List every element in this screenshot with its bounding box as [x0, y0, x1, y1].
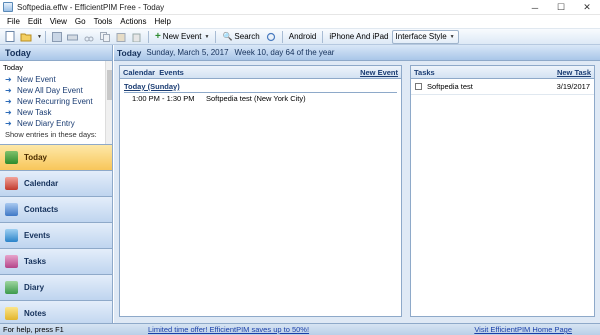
- arrow-icon: ➜: [5, 97, 12, 106]
- menu-actions[interactable]: Actions: [116, 17, 150, 26]
- tasks-panel-title: Tasks: [414, 67, 435, 77]
- new-task-link[interactable]: ➜ New Task: [0, 107, 112, 118]
- today-actions-list: Today ➜ New Event ➜ New All Day Event ➜ New…: [0, 61, 112, 144]
- tasks-icon: [5, 255, 18, 268]
- calendar-panel-header: Calendar Events New Event: [120, 66, 401, 79]
- status-bar: For help, press F1 Limited time offer! E…: [0, 323, 600, 335]
- new-event-link[interactable]: New Event: [360, 68, 398, 77]
- nav-today[interactable]: Today: [0, 144, 112, 170]
- cut-icon[interactable]: [83, 31, 95, 42]
- window-title: Softpedia.effw - EfficientPIM Free - Tod…: [17, 2, 165, 12]
- menu-view[interactable]: View: [46, 17, 71, 26]
- arrow-icon: ➜: [5, 119, 12, 128]
- maximize-icon[interactable]: ☐: [548, 0, 574, 15]
- nav-contacts[interactable]: Contacts: [0, 196, 112, 222]
- android-button[interactable]: Android: [286, 30, 320, 44]
- date-label: Sunday, March 5, 2017: [146, 48, 229, 57]
- open-folder-icon[interactable]: [20, 31, 32, 42]
- new-recurring-event-link[interactable]: ➜ New Recurring Event: [0, 96, 112, 107]
- calendar-events-panel: Calendar Events New Event Today (Sunday)…: [119, 65, 402, 317]
- app-icon: [3, 2, 13, 12]
- window-controls: ─ ☐ ✕: [522, 0, 600, 15]
- plus-icon: +: [154, 31, 161, 42]
- search-button[interactable]: 🔍 Search: [219, 30, 262, 44]
- nav-diary[interactable]: Diary: [0, 274, 112, 300]
- menu-go[interactable]: Go: [71, 17, 90, 26]
- new-event-button[interactable]: + New Event ▼: [152, 30, 212, 44]
- page-title: Today: [117, 47, 142, 58]
- task-row[interactable]: Softpedia test 3/19/2017: [411, 79, 594, 95]
- title-bar: Softpedia.effw - EfficientPIM Free - Tod…: [0, 0, 600, 15]
- arrow-icon: ➜: [5, 86, 12, 95]
- task-checkbox[interactable]: [415, 83, 422, 90]
- chevron-down-icon[interactable]: ▼: [37, 34, 42, 40]
- new-diary-entry-link[interactable]: ➜ New Diary Entry: [0, 118, 112, 129]
- week-label: Week 10, day 64 of the year: [234, 48, 335, 57]
- nav-calendar[interactable]: Calendar: [0, 170, 112, 196]
- event-title: Softpedia test (New York City): [206, 94, 306, 103]
- chevron-down-icon: ▼: [204, 33, 210, 40]
- nav-events[interactable]: Events: [0, 222, 112, 248]
- event-time: 1:00 PM - 1:30 PM: [132, 94, 195, 103]
- menu-file[interactable]: File: [3, 17, 24, 26]
- menu-bar: File Edit View Go Tools Actions Help: [0, 15, 600, 28]
- arrow-icon: ➜: [5, 108, 12, 117]
- task-date: 3/19/2017: [556, 82, 590, 91]
- menu-help[interactable]: Help: [150, 17, 174, 26]
- help-text: For help, press F1: [3, 325, 64, 334]
- minimize-icon[interactable]: ─: [522, 0, 548, 15]
- menu-tools[interactable]: Tools: [90, 17, 117, 26]
- calendar-panel-title: Calendar Events: [123, 67, 184, 77]
- nav-tasks[interactable]: Tasks: [0, 248, 112, 274]
- toolbar-separator: [147, 30, 149, 43]
- contacts-icon: [5, 203, 18, 216]
- search-icon: 🔍: [222, 32, 233, 41]
- event-row[interactable]: 1:00 PM - 1:30 PM Softpedia test (New Yo…: [120, 93, 401, 103]
- navigation-pane: Today Today ➜ New Event ➜ New All Day Even…: [0, 45, 113, 335]
- tasks-panel: Tasks New Task Softpedia test 3/19/2017: [410, 65, 595, 317]
- delete-icon[interactable]: [131, 31, 143, 42]
- iphone-button[interactable]: iPhone And iPad: [326, 30, 391, 44]
- close-icon[interactable]: ✕: [574, 0, 600, 15]
- save-icon[interactable]: [51, 31, 63, 42]
- print-icon[interactable]: [67, 31, 79, 42]
- home-page-link[interactable]: Visit EfficientPIM Home Page: [474, 325, 572, 334]
- task-name: Softpedia test: [427, 82, 473, 91]
- chevron-down-icon: ▼: [449, 33, 455, 40]
- show-entries-label: Show entries in these days:: [5, 130, 97, 139]
- toolbar-separator: [281, 30, 283, 43]
- scrollbar-thumb[interactable]: [107, 70, 112, 100]
- interface-style-dropdown[interactable]: Interface Style ▼: [391, 29, 459, 44]
- toolbar-separator: [215, 30, 217, 43]
- diary-icon: [5, 281, 18, 294]
- toolbar-separator: [322, 30, 324, 43]
- main-content: Today Sunday, March 5, 2017 Week 10, day…: [114, 45, 600, 323]
- copy-icon[interactable]: [99, 31, 111, 42]
- toolbar-separator: [44, 30, 46, 43]
- calendar-icon: [5, 177, 18, 190]
- toolbar: ▼ + New Event ▼ 🔍 Search Android iPhone And…: [0, 28, 600, 45]
- day-group-label[interactable]: Today (Sunday): [124, 82, 397, 93]
- events-icon: [5, 229, 18, 242]
- menu-edit[interactable]: Edit: [24, 17, 46, 26]
- new-all-day-event-link[interactable]: ➜ New All Day Event: [0, 85, 112, 96]
- notes-icon: [5, 307, 18, 320]
- scrollbar[interactable]: [105, 61, 112, 144]
- list-heading: Today: [3, 63, 24, 72]
- new-task-link[interactable]: New Task: [557, 68, 591, 77]
- paste-icon[interactable]: [115, 31, 127, 42]
- new-event-link[interactable]: ➜ New Event: [0, 74, 112, 85]
- new-document-icon[interactable]: [4, 31, 16, 42]
- today-icon: [5, 151, 18, 164]
- tasks-panel-header: Tasks New Task: [411, 66, 594, 79]
- main-header: Today Sunday, March 5, 2017 Week 10, day…: [114, 45, 600, 61]
- offer-link[interactable]: Limited time offer! EfficientPIM saves u…: [148, 325, 309, 334]
- sync-icon[interactable]: [265, 31, 277, 42]
- nav-pane-title: Today: [0, 45, 112, 61]
- arrow-icon: ➜: [5, 75, 12, 84]
